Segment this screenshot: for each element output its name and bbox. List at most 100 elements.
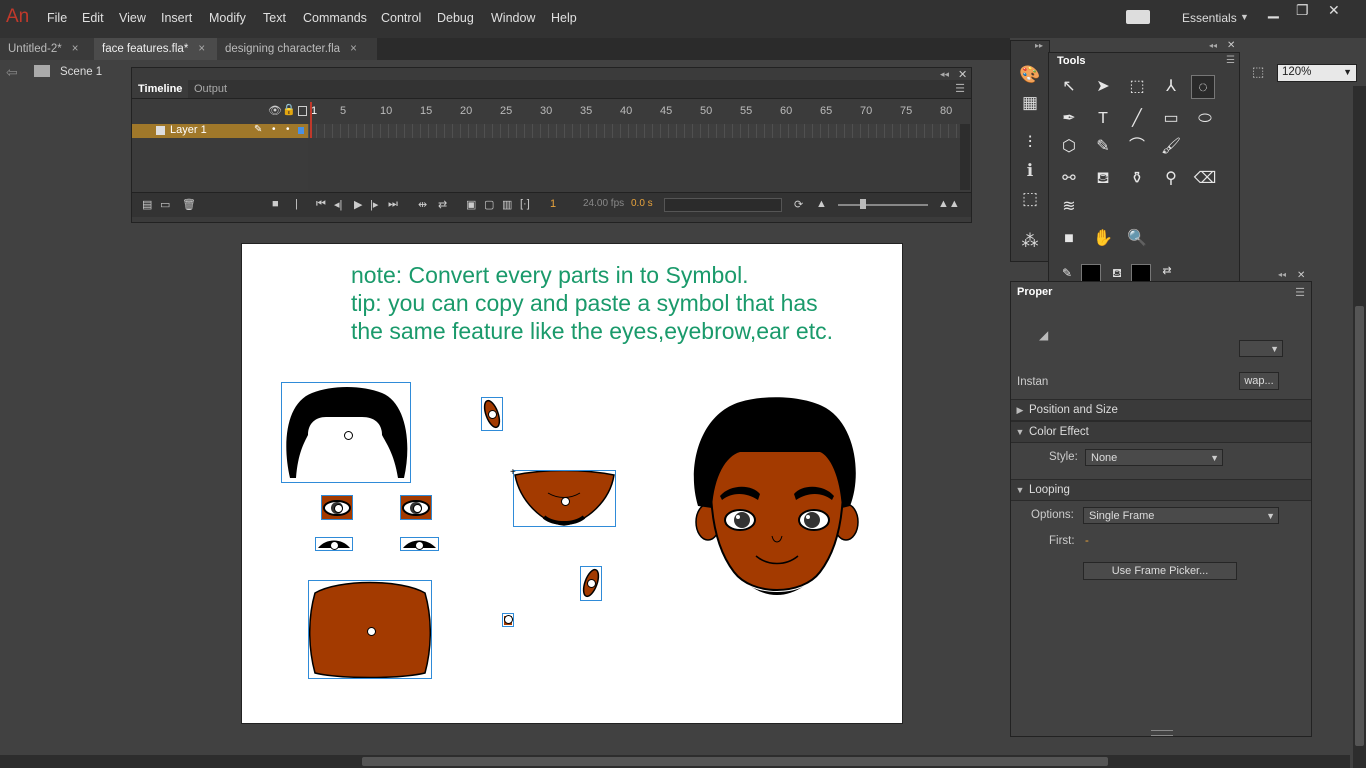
menu-help[interactable]: Help bbox=[551, 11, 577, 25]
workspace-switcher[interactable]: Essentials bbox=[1182, 11, 1237, 25]
transform-icon[interactable]: ⬚ bbox=[1019, 189, 1041, 211]
timeline-scrollbar[interactable] bbox=[960, 124, 970, 190]
menu-debug[interactable]: Debug bbox=[437, 11, 474, 25]
note-text[interactable]: note: Convert every parts in to Symbol. bbox=[351, 262, 749, 289]
menu-modify[interactable]: Modify bbox=[209, 11, 246, 25]
width-tool-icon[interactable]: ≋ bbox=[1057, 195, 1081, 219]
tab-timeline[interactable]: Timeline bbox=[132, 80, 189, 98]
collapse-icon[interactable]: ◂◂ bbox=[1278, 270, 1286, 279]
zoom-dropdown[interactable]: 120% ▼ bbox=[1277, 64, 1357, 82]
collapse-icon[interactable]: ◂◂ bbox=[940, 69, 949, 80]
frame-rate[interactable]: 24.00 fps bbox=[583, 198, 624, 209]
frame-grid[interactable] bbox=[308, 124, 963, 138]
line-tool-icon[interactable]: ╱ bbox=[1125, 107, 1149, 131]
use-frame-picker-button[interactable]: Use Frame Picker... bbox=[1083, 562, 1237, 580]
menu-text[interactable]: Text bbox=[263, 11, 286, 25]
rectangle-tool-icon[interactable]: ▭ bbox=[1159, 107, 1183, 131]
close-icon[interactable]: × bbox=[350, 43, 357, 55]
layer-color-box[interactable] bbox=[298, 127, 304, 134]
camera-icon[interactable]: ■ bbox=[272, 198, 279, 210]
close-icon[interactable]: × bbox=[72, 43, 79, 55]
pencil-tool-icon[interactable]: ✎ bbox=[1091, 135, 1115, 159]
trash-icon[interactable]: 🗑 bbox=[182, 198, 196, 211]
fit-stage-icon[interactable]: ⬚ bbox=[1252, 64, 1264, 80]
refresh-icon[interactable]: ⟳ bbox=[794, 198, 803, 211]
eyebrow-symbol-right[interactable] bbox=[400, 537, 439, 551]
align-icon[interactable]: ⫶ bbox=[1019, 133, 1041, 155]
scroll-thumb[interactable] bbox=[362, 757, 1108, 766]
timeline-hscroll[interactable] bbox=[664, 198, 782, 212]
close-icon[interactable]: × bbox=[198, 43, 205, 55]
tip-text-line-1[interactable]: tip: you can copy and paste a symbol tha… bbox=[351, 290, 818, 317]
eyebrow-symbol-left[interactable] bbox=[315, 537, 353, 551]
assembled-character-face[interactable] bbox=[690, 396, 864, 602]
3d-rotation-tool-icon[interactable]: ⅄ bbox=[1159, 75, 1183, 99]
current-frame[interactable]: 1 bbox=[550, 198, 556, 210]
menu-commands[interactable]: Commands bbox=[303, 11, 367, 25]
zoom-tool-icon[interactable]: 🔍 bbox=[1125, 227, 1149, 251]
onion-skin-icon[interactable]: ▣ bbox=[466, 198, 476, 211]
chevron-down-icon[interactable]: ▼ bbox=[1240, 12, 1249, 22]
stage[interactable]: note: Convert every parts in to Symbol. … bbox=[241, 243, 903, 724]
resize-grip[interactable] bbox=[1151, 730, 1173, 736]
swap-button[interactable]: wap... bbox=[1239, 372, 1279, 390]
outline-icon[interactable] bbox=[298, 106, 307, 116]
nose-symbol[interactable] bbox=[502, 613, 514, 627]
first-frame-value[interactable]: - bbox=[1085, 535, 1089, 547]
panel-menu-icon[interactable]: ☰ bbox=[1295, 286, 1305, 299]
panel-menu-icon[interactable]: ☰ bbox=[955, 82, 965, 95]
collapse-icon[interactable]: ◂◂ bbox=[1209, 41, 1217, 50]
menu-file[interactable]: File bbox=[47, 11, 67, 25]
elapsed-time[interactable]: 0.0 s bbox=[631, 198, 653, 209]
step-forward-icon[interactable]: |▸ bbox=[370, 198, 378, 211]
position-size-section[interactable]: ▶ Position and Size bbox=[1011, 399, 1311, 421]
mountain-small-icon[interactable]: ▲ bbox=[816, 198, 827, 210]
looping-section[interactable]: ▼ Looping bbox=[1011, 479, 1311, 501]
close-icon[interactable]: ✕ bbox=[1227, 40, 1235, 51]
close-button[interactable]: ✕ bbox=[1328, 2, 1340, 19]
instance-behavior-dropdown[interactable]: ▼ bbox=[1239, 340, 1283, 357]
paint-bucket-tool-icon[interactable]: ⛾ bbox=[1091, 167, 1115, 191]
camera-tool-icon[interactable]: ■ bbox=[1057, 227, 1081, 251]
ink-bottle-tool-icon[interactable]: ⚱ bbox=[1125, 167, 1149, 191]
center-frame-icon[interactable]: ⇄ bbox=[438, 198, 447, 211]
step-back-icon[interactable]: ◂| bbox=[334, 198, 342, 211]
menu-window[interactable]: Window bbox=[491, 11, 535, 25]
free-transform-tool-icon[interactable]: ⬚ bbox=[1125, 75, 1149, 99]
play-icon[interactable]: ▶ bbox=[354, 198, 362, 211]
lock-dot[interactable]: • bbox=[286, 124, 290, 135]
pen-tool-icon[interactable]: ✒ bbox=[1057, 107, 1081, 131]
vertical-scrollbar[interactable] bbox=[1353, 86, 1366, 768]
back-arrow-icon[interactable]: ⇦ bbox=[6, 64, 18, 81]
tip-text-line-2[interactable]: the same feature like the eyes,eyebrow,e… bbox=[351, 318, 833, 345]
tab-face-features[interactable]: face features.fla* × bbox=[94, 38, 223, 60]
bone-tool-icon[interactable]: ⚯ bbox=[1057, 167, 1081, 191]
menu-edit[interactable]: Edit bbox=[82, 11, 104, 25]
panel-menu-icon[interactable]: ☰ bbox=[1226, 55, 1235, 66]
mountain-large-icon[interactable]: ▲▲ bbox=[938, 198, 960, 210]
paint-brush-tool-icon[interactable]: ⌒ bbox=[1125, 135, 1149, 159]
restore-button[interactable]: ❐ bbox=[1296, 2, 1309, 19]
first-frame-icon[interactable]: ⏮ bbox=[316, 198, 326, 211]
tab-untitled-2[interactable]: Untitled-2* × bbox=[0, 38, 95, 60]
loop-icon[interactable]: ⇹ bbox=[418, 198, 427, 211]
looping-options-dropdown[interactable]: Single Frame ▼ bbox=[1083, 507, 1279, 524]
swatches-icon[interactable]: ▦ bbox=[1019, 93, 1041, 115]
tab-output[interactable]: Output bbox=[188, 80, 233, 98]
tab-designing-character[interactable]: designing character.fla × bbox=[217, 38, 378, 60]
components-icon[interactable]: ⁂ bbox=[1019, 231, 1041, 253]
expand-icon[interactable]: ▸▸ bbox=[1035, 41, 1043, 50]
eyedropper-tool-icon[interactable]: ⚲ bbox=[1159, 167, 1183, 191]
edit-multiple-icon[interactable]: ▥ bbox=[502, 198, 512, 211]
new-layer-icon[interactable]: ▤ bbox=[142, 198, 152, 211]
scroll-thumb[interactable] bbox=[1355, 306, 1364, 746]
close-icon[interactable]: ✕ bbox=[1297, 270, 1305, 281]
lock-icon[interactable]: 🔒 bbox=[282, 103, 296, 116]
eye-symbol-left[interactable] bbox=[321, 495, 353, 520]
subselection-tool-icon[interactable]: ➤ bbox=[1091, 75, 1115, 99]
sync-settings-icon[interactable] bbox=[1126, 10, 1150, 24]
menu-control[interactable]: Control bbox=[381, 11, 421, 25]
selection-tool-icon[interactable]: ↖ bbox=[1057, 75, 1081, 99]
frame-ruler[interactable]: 1 5 10 15 20 25 30 35 40 45 50 55 60 65 … bbox=[308, 102, 963, 120]
ear-symbol[interactable] bbox=[481, 397, 503, 431]
